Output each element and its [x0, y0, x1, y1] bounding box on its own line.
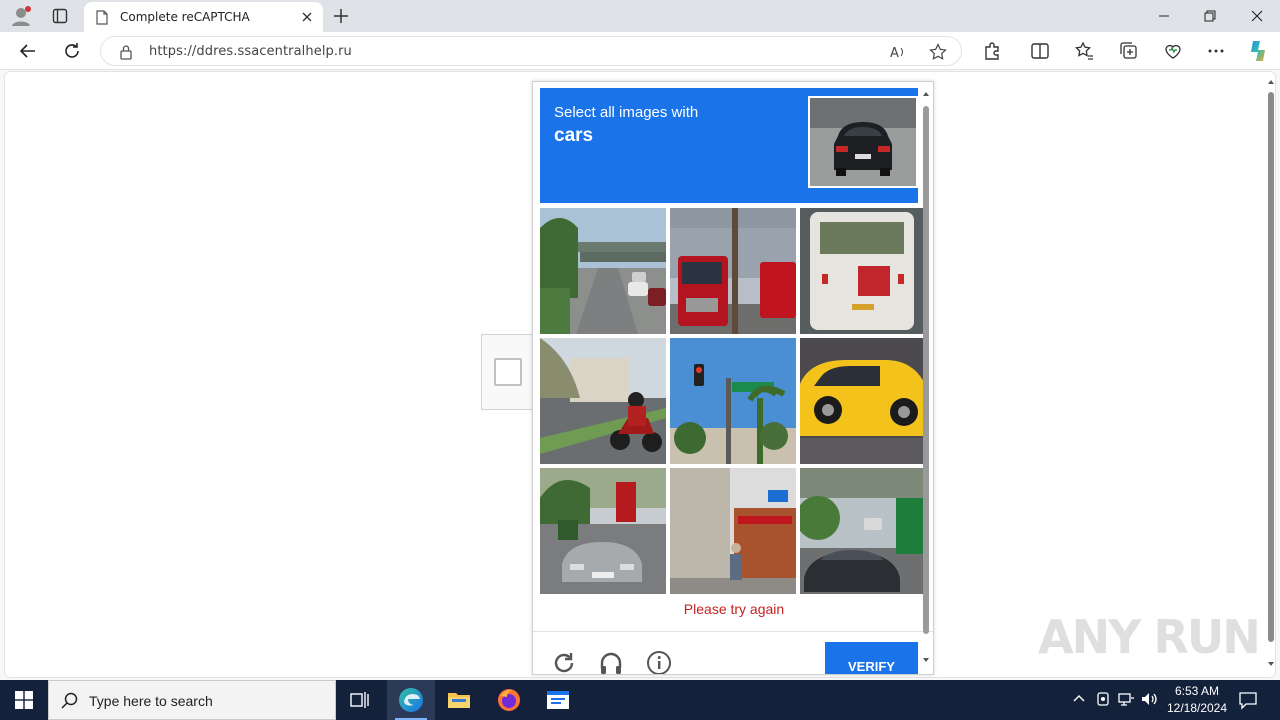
tray-overflow-icon[interactable] [1070, 690, 1088, 708]
page-scrollbar[interactable] [1266, 78, 1276, 672]
challenge-scrollbar[interactable] [920, 88, 932, 672]
clock-date: 12/18/2024 [1166, 701, 1228, 715]
scroll-down-icon[interactable] [1267, 660, 1275, 668]
captcha-tile-2[interactable] [670, 208, 796, 334]
challenge-scroll-down-icon[interactable] [922, 656, 930, 664]
watermark: ANY RUN [1038, 610, 1261, 664]
extensions-icon[interactable] [981, 40, 1003, 62]
new-tab-icon[interactable] [330, 5, 352, 27]
page-icon [96, 10, 108, 25]
minimize-button[interactable] [1141, 0, 1187, 32]
challenge-scroll-thumb[interactable] [923, 106, 929, 634]
captcha-tile-7[interactable] [540, 468, 666, 594]
image-grid [540, 208, 926, 596]
taskbar-clock[interactable]: 6:53 AM 12/18/2024 [1164, 683, 1230, 717]
task-view-button[interactable] [336, 680, 384, 720]
search-icon [61, 692, 78, 709]
clock-time: 6:53 AM [1174, 684, 1220, 698]
close-window-button[interactable] [1234, 0, 1280, 32]
recaptcha-checkbox[interactable] [494, 358, 522, 386]
minimize-icon [1159, 15, 1169, 17]
taskbar-search[interactable]: Type here to search [48, 680, 336, 720]
browser-essentials-icon[interactable] [1162, 40, 1184, 62]
taskbar-edge[interactable] [387, 680, 435, 720]
favorites-icon[interactable] [1073, 40, 1095, 62]
captcha-tile-1[interactable] [540, 208, 666, 334]
app-window-icon [547, 691, 569, 709]
profile-icon[interactable] [10, 5, 32, 27]
recaptcha-anchor [481, 334, 533, 410]
restore-icon [1204, 10, 1216, 22]
volume-icon[interactable] [1140, 690, 1158, 708]
captcha-tile-5[interactable] [670, 338, 796, 464]
restore-button[interactable] [1187, 0, 1233, 32]
taskbar-app[interactable] [534, 680, 582, 720]
close-tab-icon[interactable] [299, 9, 315, 25]
challenge-target: cars [554, 125, 594, 146]
browser-titlebar: Complete reCAPTCHA [0, 0, 1280, 32]
taskbar-firefox[interactable] [485, 680, 533, 720]
svg-text:A: A [890, 46, 899, 61]
refresh-icon[interactable] [61, 40, 83, 62]
captcha-tile-3[interactable] [800, 208, 926, 334]
firefox-icon [498, 689, 520, 711]
split-screen-icon[interactable] [1029, 40, 1051, 62]
close-icon [1251, 10, 1263, 22]
tray-device-icon[interactable] [1094, 690, 1112, 708]
windows-logo-icon [15, 691, 33, 709]
challenge-header: Select all images with cars [540, 88, 918, 203]
favorite-star-icon[interactable] [929, 43, 947, 61]
network-icon[interactable] [1117, 690, 1135, 708]
browser-toolbar: https://ddres.ssacentralhelp.ru A [0, 32, 1280, 70]
reload-icon[interactable] [551, 650, 577, 675]
challenge-instruction: Select all images with [554, 104, 699, 121]
captcha-tile-6[interactable] [800, 338, 926, 464]
scroll-up-icon[interactable] [1267, 78, 1275, 86]
tab-active[interactable]: Complete reCAPTCHA [84, 2, 323, 32]
lock-icon[interactable] [119, 44, 133, 60]
read-aloud-icon[interactable]: A [889, 43, 907, 61]
taskbar-file-explorer[interactable] [435, 680, 483, 720]
collections-icon[interactable] [1118, 40, 1140, 62]
captcha-challenge: Select all images with cars Please try a… [532, 81, 934, 675]
audio-challenge-icon[interactable] [598, 650, 624, 675]
info-icon[interactable] [646, 650, 672, 675]
tab-title: Complete reCAPTCHA [120, 10, 250, 24]
page-scroll-thumb[interactable] [1268, 92, 1274, 642]
captcha-tile-8[interactable] [670, 468, 796, 594]
error-message: Please try again [683, 601, 785, 617]
folder-icon [448, 693, 470, 708]
verify-button[interactable]: VERIFY [825, 642, 918, 674]
task-view-icon [350, 692, 369, 708]
sample-image [808, 96, 918, 188]
address-bar[interactable]: https://ddres.ssacentralhelp.ru A [100, 36, 962, 66]
captcha-tile-9[interactable] [800, 468, 926, 594]
back-icon[interactable] [17, 40, 39, 62]
taskbar: Type here to search 6:53 AM 12/18/2024 [0, 680, 1280, 720]
captcha-tile-4[interactable] [540, 338, 666, 464]
challenge-footer: VERIFY [533, 631, 933, 675]
start-button[interactable] [0, 680, 48, 720]
more-menu-icon[interactable] [1205, 40, 1227, 62]
notifications-icon[interactable] [1238, 690, 1258, 710]
search-placeholder: Type here to search [89, 693, 213, 709]
url-text[interactable]: https://ddres.ssacentralhelp.ru [149, 44, 352, 59]
challenge-scroll-up-icon[interactable] [922, 90, 930, 98]
edge-icon [399, 688, 423, 712]
tab-actions-icon[interactable] [49, 5, 71, 27]
copilot-icon[interactable] [1246, 39, 1270, 63]
